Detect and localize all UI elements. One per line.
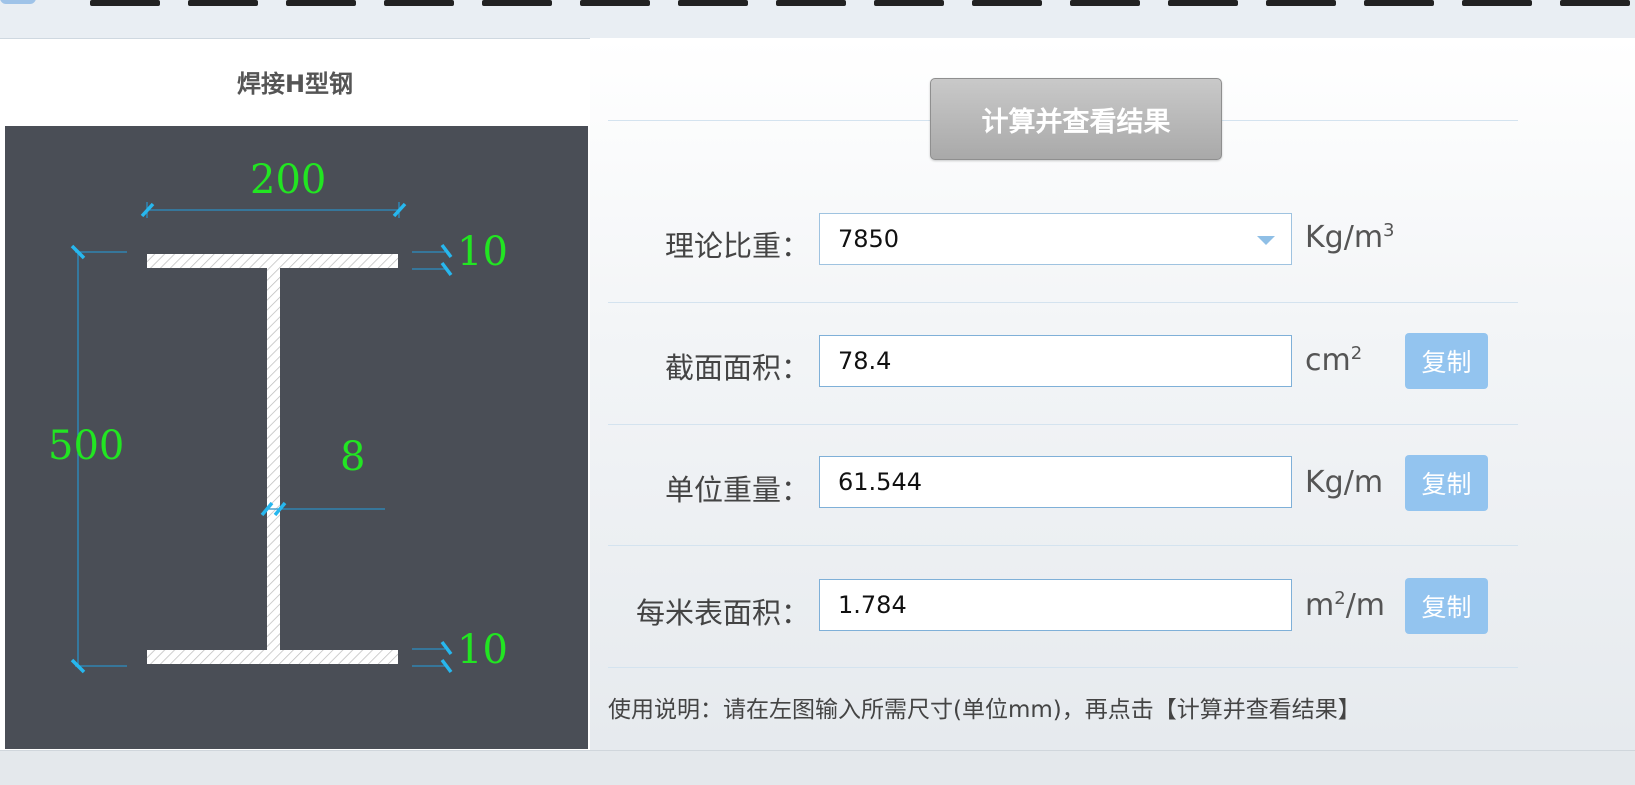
dim-bottom-flange-thickness-input[interactable]: 10 bbox=[457, 630, 508, 670]
separator-3 bbox=[608, 545, 1518, 546]
dim-width-input[interactable]: 200 bbox=[250, 160, 326, 200]
nav-item[interactable] bbox=[1168, 0, 1238, 6]
copy-surface-area-button[interactable]: 复制 bbox=[1405, 578, 1488, 634]
dim-height-input[interactable]: 500 bbox=[48, 426, 124, 466]
nav-item[interactable] bbox=[776, 0, 846, 6]
calculate-button[interactable]: 计算并查看结果 bbox=[930, 78, 1222, 160]
dim-top-flange-thickness-input[interactable]: 10 bbox=[457, 232, 508, 272]
dim-web-thickness-input[interactable]: 8 bbox=[340, 437, 365, 477]
nav-item[interactable] bbox=[1560, 0, 1630, 6]
density-label: 理论比重： bbox=[664, 229, 810, 263]
nav-item[interactable] bbox=[580, 0, 650, 6]
usage-instructions: 使用说明：请在左图输入所需尺寸(单位mm)，再点击【计算并查看结果】 bbox=[608, 697, 1361, 723]
top-flange bbox=[147, 254, 398, 268]
weight-value: 61.544 bbox=[838, 468, 922, 496]
density-unit-sup: 3 bbox=[1383, 220, 1395, 241]
nav-item[interactable] bbox=[874, 0, 944, 6]
surface-area-value: 1.784 bbox=[838, 591, 907, 619]
top-nav-bar bbox=[0, 0, 1635, 39]
weight-unit: Kg/m bbox=[1305, 465, 1383, 500]
top-nav-items bbox=[0, 0, 1635, 10]
copy-area-button[interactable]: 复制 bbox=[1405, 333, 1488, 389]
density-select[interactable]: 7850 bbox=[819, 213, 1292, 265]
weight-label: 单位重量： bbox=[664, 473, 810, 507]
separator-1 bbox=[608, 302, 1518, 303]
separator-4 bbox=[608, 667, 1518, 668]
area-unit-text: cm bbox=[1305, 343, 1351, 378]
weight-field[interactable]: 61.544 bbox=[819, 456, 1292, 508]
nav-tab-active[interactable] bbox=[0, 0, 36, 4]
surface-area-unit-text: m bbox=[1305, 588, 1335, 623]
density-unit: Kg/m3 bbox=[1305, 220, 1395, 255]
surface-area-unit-sup: 2 bbox=[1334, 588, 1346, 609]
diagram-title: 焊接H型钢 bbox=[236, 70, 354, 98]
nav-item[interactable] bbox=[1364, 0, 1434, 6]
area-field[interactable]: 78.4 bbox=[819, 335, 1292, 387]
density-value: 7850 bbox=[838, 225, 900, 253]
area-value: 78.4 bbox=[838, 347, 892, 375]
bottom-flange bbox=[147, 650, 398, 664]
weight-unit-text: Kg/m bbox=[1305, 465, 1384, 500]
h-beam-diagram: 200 500 8 10 10 bbox=[5, 126, 588, 749]
area-unit: cm2 bbox=[1305, 343, 1362, 378]
copy-weight-button[interactable]: 复制 bbox=[1405, 455, 1488, 511]
bottom-strip bbox=[0, 750, 1635, 785]
surface-area-unit: m2/m bbox=[1305, 588, 1385, 623]
surface-area-field[interactable]: 1.784 bbox=[819, 579, 1292, 631]
nav-item[interactable] bbox=[972, 0, 1042, 6]
nav-item[interactable] bbox=[1462, 0, 1532, 6]
surface-area-label: 每米表面积： bbox=[635, 596, 810, 630]
area-label: 截面面积： bbox=[664, 351, 810, 385]
density-unit-text: Kg/m bbox=[1305, 220, 1384, 255]
nav-item[interactable] bbox=[678, 0, 748, 6]
chevron-down-icon[interactable] bbox=[1257, 236, 1275, 245]
area-unit-sup: 2 bbox=[1350, 343, 1363, 364]
nav-item[interactable] bbox=[286, 0, 356, 6]
nav-item[interactable] bbox=[90, 0, 160, 6]
nav-item[interactable] bbox=[384, 0, 454, 6]
nav-item[interactable] bbox=[1266, 0, 1336, 6]
nav-item[interactable] bbox=[1070, 0, 1140, 6]
nav-item[interactable] bbox=[188, 0, 258, 6]
separator-2 bbox=[608, 424, 1518, 425]
web bbox=[267, 268, 280, 650]
surface-area-unit-suffix: /m bbox=[1345, 588, 1386, 623]
nav-item[interactable] bbox=[482, 0, 552, 6]
